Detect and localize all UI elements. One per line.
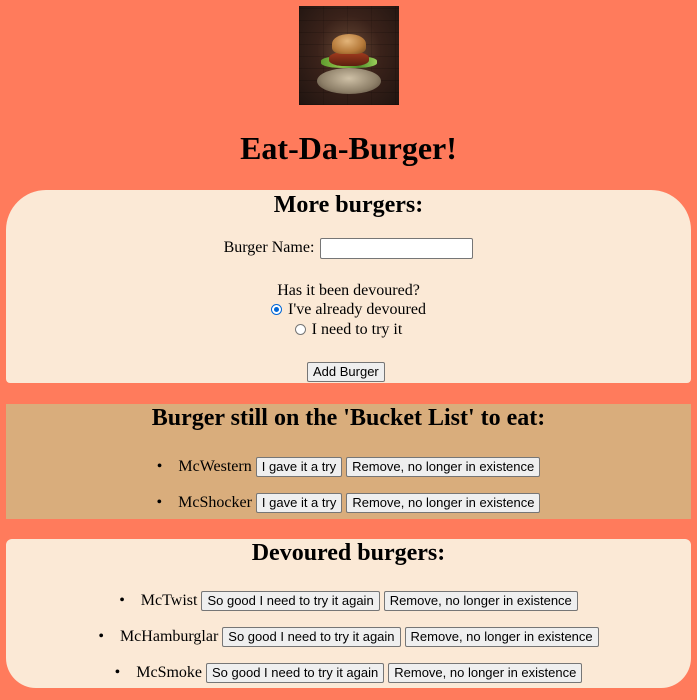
gave-it-a-try-button[interactable]: I gave it a try bbox=[255, 493, 343, 513]
try-again-button[interactable]: So good I need to try it again bbox=[201, 591, 380, 611]
try-again-button[interactable]: So good I need to try it again bbox=[206, 663, 385, 683]
burger-name: McShocker bbox=[178, 494, 252, 511]
remove-button[interactable]: Remove, no longer in existence bbox=[404, 627, 599, 647]
radio-button-unchecked[interactable] bbox=[294, 324, 306, 335]
bullet-icon: • bbox=[119, 591, 125, 609]
add-burger-button[interactable]: Add Burger bbox=[307, 362, 385, 382]
burger-name: McWestern bbox=[178, 458, 252, 475]
devoured-section: Devoured burgers: • McTwist So good I need… bbox=[6, 539, 691, 688]
remove-button[interactable]: Remove, no longer in existence bbox=[383, 591, 578, 611]
bullet-icon: • bbox=[114, 663, 121, 681]
list-item: • McSmoke So good I need to try it again Re… bbox=[6, 663, 691, 683]
radio-label-devoured: I've already devoured bbox=[288, 301, 426, 318]
bullet-icon: • bbox=[156, 493, 163, 511]
list-item: • McWestern I gave it a try Remove, no long… bbox=[6, 457, 691, 477]
burger-name: McTwist bbox=[140, 592, 198, 609]
radio-label-try: I need to try it bbox=[311, 321, 403, 338]
radio-option-devoured[interactable]: I've already devoured bbox=[6, 301, 691, 319]
remove-button[interactable]: Remove, no longer in existence bbox=[346, 457, 541, 477]
page-title: Eat-Da-Burger! bbox=[240, 130, 457, 166]
burger-name: McHamburglar bbox=[119, 628, 219, 645]
list-item: • McTwist So good I need to try it again Re… bbox=[6, 591, 691, 611]
burger-logo-image bbox=[299, 6, 399, 105]
devoured-question: Has it been devoured? bbox=[277, 282, 420, 299]
remove-button[interactable]: Remove, no longer in existence bbox=[346, 493, 541, 513]
remove-button[interactable]: Remove, no longer in existence bbox=[388, 663, 583, 683]
bucket-list-section: Burger still on the 'Bucket List' to eat… bbox=[6, 404, 691, 519]
radio-button-checked[interactable] bbox=[271, 304, 283, 315]
burger-name-label: Burger Name: bbox=[223, 239, 315, 257]
devoured-heading: Devoured burgers: bbox=[251, 540, 446, 566]
burger-name-input[interactable] bbox=[320, 238, 474, 259]
bullet-icon: • bbox=[98, 627, 104, 645]
gave-it-a-try-button[interactable]: I gave it a try bbox=[255, 457, 343, 477]
add-form-heading: More burgers: bbox=[273, 192, 424, 218]
radio-option-try[interactable]: I need to try it bbox=[6, 321, 691, 339]
burger-name-row: Burger Name: bbox=[6, 238, 691, 259]
try-again-button[interactable]: So good I need to try it again bbox=[222, 627, 401, 647]
list-item: • McHamburglar So good I need to try it ag… bbox=[6, 627, 691, 647]
bucket-list-heading: Burger still on the 'Bucket List' to eat… bbox=[151, 405, 546, 431]
list-item: • McShocker I gave it a try Remove, no long… bbox=[6, 493, 691, 513]
add-burger-form: More burgers: Burger Name: Has it been d… bbox=[6, 190, 691, 383]
burger-name: McSmoke bbox=[136, 664, 203, 681]
bullet-icon: • bbox=[156, 457, 163, 475]
